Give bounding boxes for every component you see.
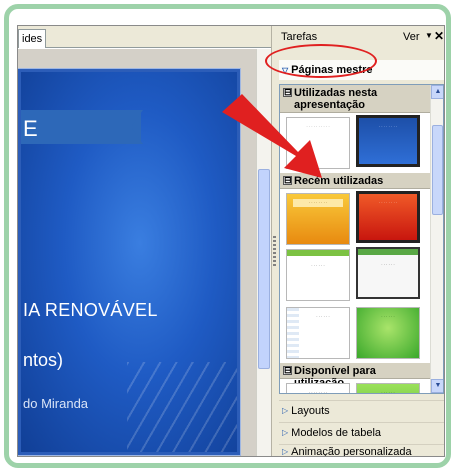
highlight-arrow-icon [222, 94, 322, 178]
arrow-shape [222, 94, 322, 178]
